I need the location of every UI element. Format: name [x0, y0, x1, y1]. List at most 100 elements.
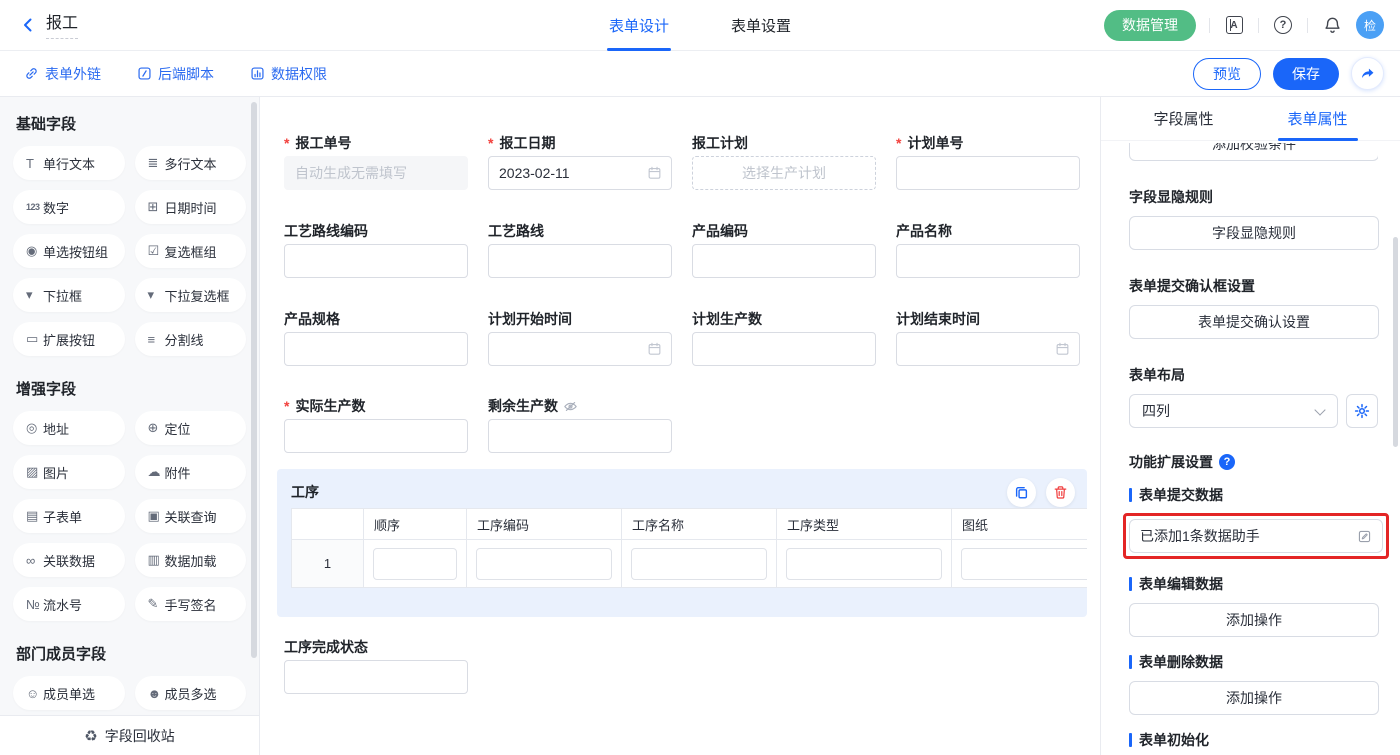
canvas-field[interactable]: 计划结束时间: [896, 309, 1080, 366]
user-avatar[interactable]: 检: [1356, 11, 1384, 39]
field-item-image[interactable]: ▨图片: [13, 455, 125, 489]
field-label-text: 产品编码: [692, 221, 748, 241]
toolbar-link-backend-script[interactable]: 后端脚本: [137, 64, 214, 84]
field-item-related-data[interactable]: ∞关联数据: [13, 543, 125, 577]
field-item-related-query[interactable]: ▣关联查询: [135, 499, 247, 533]
field-item-serial-number[interactable]: №流水号: [13, 587, 125, 621]
canvas-field[interactable]: 计划开始时间: [488, 309, 672, 366]
canvas-field[interactable]: 工艺路线编码: [284, 221, 468, 278]
field-item-attachment[interactable]: ☁附件: [135, 455, 247, 489]
field-input[interactable]: [488, 332, 672, 366]
field-item-label: 地址: [43, 419, 69, 438]
checkbox-group-icon: ☑: [148, 243, 165, 259]
subform-cell-input[interactable]: [961, 548, 1087, 580]
preview-button[interactable]: 预览: [1193, 58, 1261, 90]
field-input[interactable]: 自动生成无需填写: [284, 156, 468, 190]
add-action-button[interactable]: 添加操作: [1129, 681, 1379, 715]
field-label-text: 报工单号: [295, 133, 351, 153]
question-badge-icon[interactable]: ?: [1219, 454, 1235, 470]
back-button[interactable]: [18, 15, 38, 35]
field-item-single-line-text[interactable]: T单行文本: [13, 146, 125, 180]
field-item-multi-line-text[interactable]: ≣多行文本: [135, 146, 247, 180]
sidebar-scrollbar[interactable]: [251, 102, 257, 658]
canvas-field[interactable]: 工艺路线: [488, 221, 672, 278]
subform-cell-input[interactable]: [786, 548, 942, 580]
field-item-number[interactable]: 123数字: [13, 190, 125, 224]
field-item-member-multi[interactable]: ☻成员多选: [135, 676, 247, 710]
form-layout-title: 表单布局: [1129, 365, 1378, 385]
field-item-divider[interactable]: ≡分割线: [135, 322, 247, 356]
required-asterisk: *: [284, 396, 289, 416]
field-item-extend-button[interactable]: ▭扩展按钮: [13, 322, 125, 356]
related-data-icon: ∞: [26, 553, 43, 568]
subform-cell-input[interactable]: [373, 548, 457, 580]
subform-copy-button[interactable]: [1007, 478, 1036, 507]
panel-tab-form-props[interactable]: 表单属性: [1282, 97, 1354, 141]
add-action-button[interactable]: 添加操作: [1129, 603, 1379, 637]
field-input[interactable]: [284, 660, 468, 694]
field-item-label: 定位: [165, 419, 191, 438]
field-item-datetime[interactable]: ⊞日期时间: [135, 190, 247, 224]
header-tab-form-design[interactable]: 表单设计: [607, 0, 671, 51]
share-button[interactable]: [1351, 57, 1384, 90]
field-input[interactable]: 选择生产计划: [692, 156, 876, 190]
panel-scrollbar[interactable]: [1393, 237, 1398, 447]
directory-book-icon[interactable]: A: [1223, 14, 1245, 36]
canvas-field[interactable]: 工序完成状态: [284, 637, 468, 694]
toolbar-link-external-link[interactable]: 表单外链: [24, 64, 101, 84]
canvas-field[interactable]: *实际生产数: [284, 396, 468, 453]
notification-bell-icon[interactable]: [1321, 14, 1343, 36]
add-validation-rule-button[interactable]: 添加校验条件: [1129, 143, 1378, 161]
help-icon[interactable]: ?: [1272, 14, 1294, 36]
submit-confirm-button[interactable]: 表单提交确认设置: [1129, 305, 1379, 339]
field-input[interactable]: 2023-02-11: [488, 156, 672, 190]
field-input[interactable]: [488, 419, 672, 453]
field-input[interactable]: [896, 332, 1080, 366]
form-title[interactable]: 报工: [46, 12, 78, 39]
field-input[interactable]: [896, 156, 1080, 190]
field-item-member-single[interactable]: ☺成员单选: [13, 676, 125, 710]
canvas-field[interactable]: *报工日期2023-02-11: [488, 133, 672, 190]
field-input[interactable]: [692, 332, 876, 366]
edit-icon[interactable]: [1357, 529, 1372, 544]
field-item-multi-select[interactable]: ▾下拉复选框: [135, 278, 247, 312]
subform-panel[interactable]: 工序 顺序工序编码工序名称工序类型图纸 1: [277, 469, 1087, 617]
layout-select[interactable]: 四列: [1129, 394, 1338, 428]
visibility-rule-button[interactable]: 字段显隐规则: [1129, 216, 1379, 250]
header-tab-form-settings[interactable]: 表单设置: [729, 0, 793, 51]
data-assistant-button[interactable]: 已添加1条数据助手: [1129, 519, 1383, 553]
layout-settings-button[interactable]: [1346, 394, 1378, 428]
save-button[interactable]: 保存: [1273, 58, 1339, 90]
field-input[interactable]: [284, 419, 468, 453]
toolbar-link-data-permission[interactable]: 数据权限: [250, 64, 327, 84]
field-item-data-load[interactable]: ▥数据加载: [135, 543, 247, 577]
subform-cell-input[interactable]: [631, 548, 767, 580]
canvas-field[interactable]: 产品规格: [284, 309, 468, 366]
field-item-address[interactable]: ◎地址: [13, 411, 125, 445]
canvas-field[interactable]: 计划生产数: [692, 309, 876, 366]
canvas-field[interactable]: *计划单号: [896, 133, 1080, 190]
field-item-checkbox-group[interactable]: ☑复选框组: [135, 234, 247, 268]
divider: [1209, 18, 1210, 33]
field-input[interactable]: [692, 244, 876, 278]
field-input[interactable]: [284, 244, 468, 278]
canvas-field[interactable]: 产品名称: [896, 221, 1080, 278]
gear-icon: [1354, 403, 1370, 419]
panel-tab-field-props[interactable]: 字段属性: [1147, 97, 1219, 141]
field-item-location[interactable]: ⊕定位: [135, 411, 247, 445]
field-input[interactable]: [896, 244, 1080, 278]
canvas-field[interactable]: 报工计划选择生产计划: [692, 133, 876, 190]
field-recycle-bin[interactable]: ♻ 字段回收站: [0, 715, 260, 755]
field-item-signature[interactable]: ✎手写签名: [135, 587, 247, 621]
canvas-field[interactable]: 剩余生产数: [488, 396, 672, 453]
subform-delete-button[interactable]: [1046, 478, 1075, 507]
field-item-select[interactable]: ▾下拉框: [13, 278, 125, 312]
field-input[interactable]: [284, 332, 468, 366]
field-item-radio-group[interactable]: ◉单选按钮组: [13, 234, 125, 268]
canvas-field[interactable]: *报工单号自动生成无需填写: [284, 133, 468, 190]
field-input[interactable]: [488, 244, 672, 278]
subform-cell-input[interactable]: [476, 548, 612, 580]
canvas-field[interactable]: 产品编码: [692, 221, 876, 278]
field-item-subform[interactable]: ▤子表单: [13, 499, 125, 533]
data-manage-button[interactable]: 数据管理: [1104, 10, 1196, 41]
